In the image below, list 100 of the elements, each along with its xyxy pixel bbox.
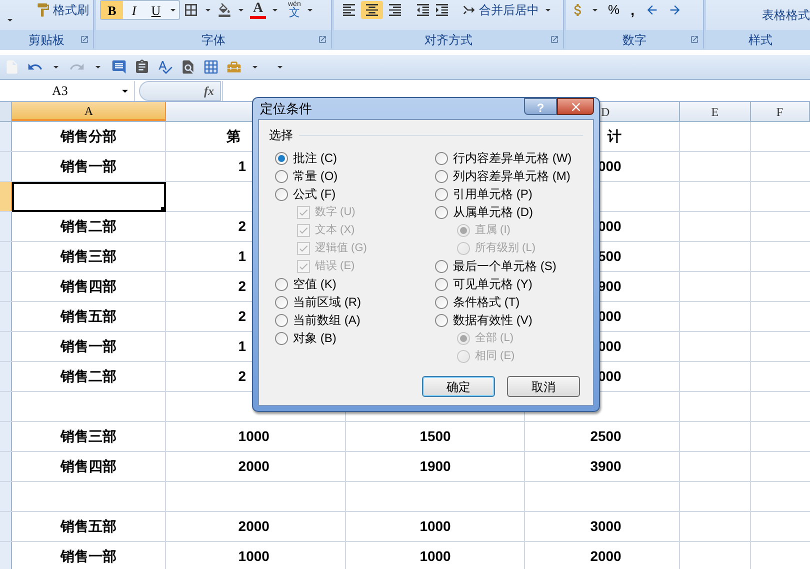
- format-painter-button[interactable]: 格式刷: [35, 1, 89, 19]
- arrow-right-icon[interactable]: [668, 3, 682, 17]
- radio-button[interactable]: [275, 170, 288, 182]
- row-header[interactable]: [0, 272, 12, 301]
- dialog-launcher-icon[interactable]: [550, 35, 559, 44]
- table-cell-text: 销售三部: [60, 247, 117, 266]
- option-label: 行内容差异单元格 (W): [453, 150, 572, 167]
- column-header[interactable]: F: [750, 102, 810, 121]
- table-cell-text: 1000: [238, 427, 270, 446]
- radio-button[interactable]: [435, 260, 448, 272]
- radio-button[interactable]: [275, 188, 288, 200]
- row-header[interactable]: [0, 482, 12, 511]
- dialog-title: 定位条件: [259, 100, 312, 118]
- radio-button[interactable]: [275, 314, 288, 326]
- table-cell-text: 销售四部: [60, 457, 117, 476]
- radio-button[interactable]: [435, 206, 448, 218]
- table-cell-text: 1: [238, 157, 246, 176]
- table-cell-text: 1900: [420, 457, 451, 476]
- percent-button[interactable]: %: [604, 0, 624, 20]
- align-button[interactable]: [361, 1, 383, 19]
- table-cell-text: 3900: [590, 457, 622, 476]
- form-icon[interactable]: [134, 59, 150, 75]
- dialog-button[interactable]: 取消: [507, 376, 580, 397]
- row-header[interactable]: [0, 452, 12, 481]
- table-cell-text: 2000: [238, 457, 270, 476]
- table-cell-text: 2: [238, 277, 246, 296]
- dialog-launcher-icon[interactable]: [690, 35, 699, 44]
- insert-function-button[interactable]: fx: [204, 82, 214, 100]
- option-label: 所有级别 (L): [475, 240, 536, 256]
- dialog-button[interactable]: 确定: [422, 376, 495, 397]
- radio-button[interactable]: [435, 278, 448, 290]
- option-label: 直属 (I): [475, 222, 510, 238]
- table-cell-text: 1500: [420, 427, 451, 446]
- table-cell-text: 销售二部: [60, 217, 117, 236]
- font-style-button[interactable]: U: [145, 1, 167, 19]
- row-header[interactable]: [0, 122, 12, 151]
- fill-color-icon[interactable]: [217, 3, 232, 17]
- radio-button[interactable]: [275, 152, 288, 164]
- radio-button[interactable]: [435, 314, 448, 326]
- radio-button[interactable]: [275, 278, 288, 290]
- font-color-button[interactable]: A: [250, 1, 266, 19]
- font-style-button[interactable]: B: [101, 1, 123, 19]
- group-label: 字体: [202, 32, 226, 49]
- dialog-launcher-icon[interactable]: [80, 35, 89, 44]
- name-box[interactable]: A3: [0, 80, 135, 100]
- table-cell-text: 3000: [590, 517, 622, 536]
- table-cell-text: 销售五部: [60, 307, 117, 326]
- row-header[interactable]: [0, 332, 12, 361]
- row-header[interactable]: [0, 542, 12, 569]
- row-header[interactable]: [0, 302, 12, 331]
- radio-button[interactable]: [435, 296, 448, 308]
- table-cell-text: 1000: [420, 517, 451, 536]
- option-label: 空值 (K): [293, 276, 336, 293]
- dialog-launcher-icon[interactable]: [318, 35, 327, 44]
- indent-decrease-icon[interactable]: [415, 2, 431, 18]
- option-label: 批注 (C): [293, 150, 337, 167]
- radio-button[interactable]: [435, 188, 448, 200]
- group-label: 剪贴板: [28, 32, 64, 49]
- table-cell-text: 销售一部: [60, 157, 117, 176]
- radio-button[interactable]: [435, 170, 448, 182]
- comment-icon[interactable]: [111, 59, 127, 75]
- option-label: 公式 (F): [293, 186, 336, 203]
- group-label: 对齐方式: [424, 32, 472, 49]
- print-preview-icon[interactable]: [180, 59, 196, 75]
- radio-button[interactable]: [275, 332, 288, 344]
- table-cell-text: 销售一部: [60, 547, 117, 566]
- merge-center-button[interactable]: 合并后居中: [461, 1, 539, 19]
- column-header[interactable]: A: [12, 102, 166, 121]
- row-header[interactable]: [0, 362, 12, 391]
- option-label: 全部 (L): [475, 330, 514, 346]
- radio-button[interactable]: [275, 296, 288, 308]
- grid-icon[interactable]: [203, 59, 219, 75]
- option-label: 常量 (O): [293, 168, 338, 185]
- spellcheck-icon[interactable]: [157, 59, 173, 75]
- row-header[interactable]: [0, 422, 12, 451]
- option-label: 从属单元格 (D): [453, 204, 533, 221]
- row-header[interactable]: [0, 392, 12, 421]
- table-cell-text: 2500: [590, 427, 622, 446]
- indent-increase-icon[interactable]: [434, 2, 450, 18]
- comma-button[interactable]: ,: [626, 0, 638, 20]
- border-icon[interactable]: [183, 2, 199, 18]
- table-cell-text: 销售五部: [60, 517, 117, 536]
- table-cell-text: 销售一部: [60, 337, 117, 356]
- table-cell-text: 第: [226, 127, 240, 146]
- font-style-button[interactable]: I: [123, 1, 145, 19]
- table-format-button[interactable]: 表格格式: [762, 6, 810, 24]
- table-cell-text: 2000: [238, 517, 270, 536]
- table-cell-text: 2: [238, 367, 246, 386]
- active-cell[interactable]: [12, 182, 166, 212]
- row-header[interactable]: [0, 152, 12, 181]
- column-header[interactable]: E: [680, 102, 751, 121]
- radio-button[interactable]: [435, 152, 448, 164]
- arrow-left-icon[interactable]: [645, 3, 660, 17]
- toolbox-icon[interactable]: [226, 59, 242, 75]
- row-header[interactable]: [0, 212, 12, 241]
- close-button[interactable]: [557, 98, 594, 115]
- table-cell-text: 1000: [420, 547, 451, 566]
- row-header[interactable]: [0, 512, 12, 541]
- row-header[interactable]: [0, 242, 12, 271]
- option-label: 当前区域 (R): [293, 294, 361, 311]
